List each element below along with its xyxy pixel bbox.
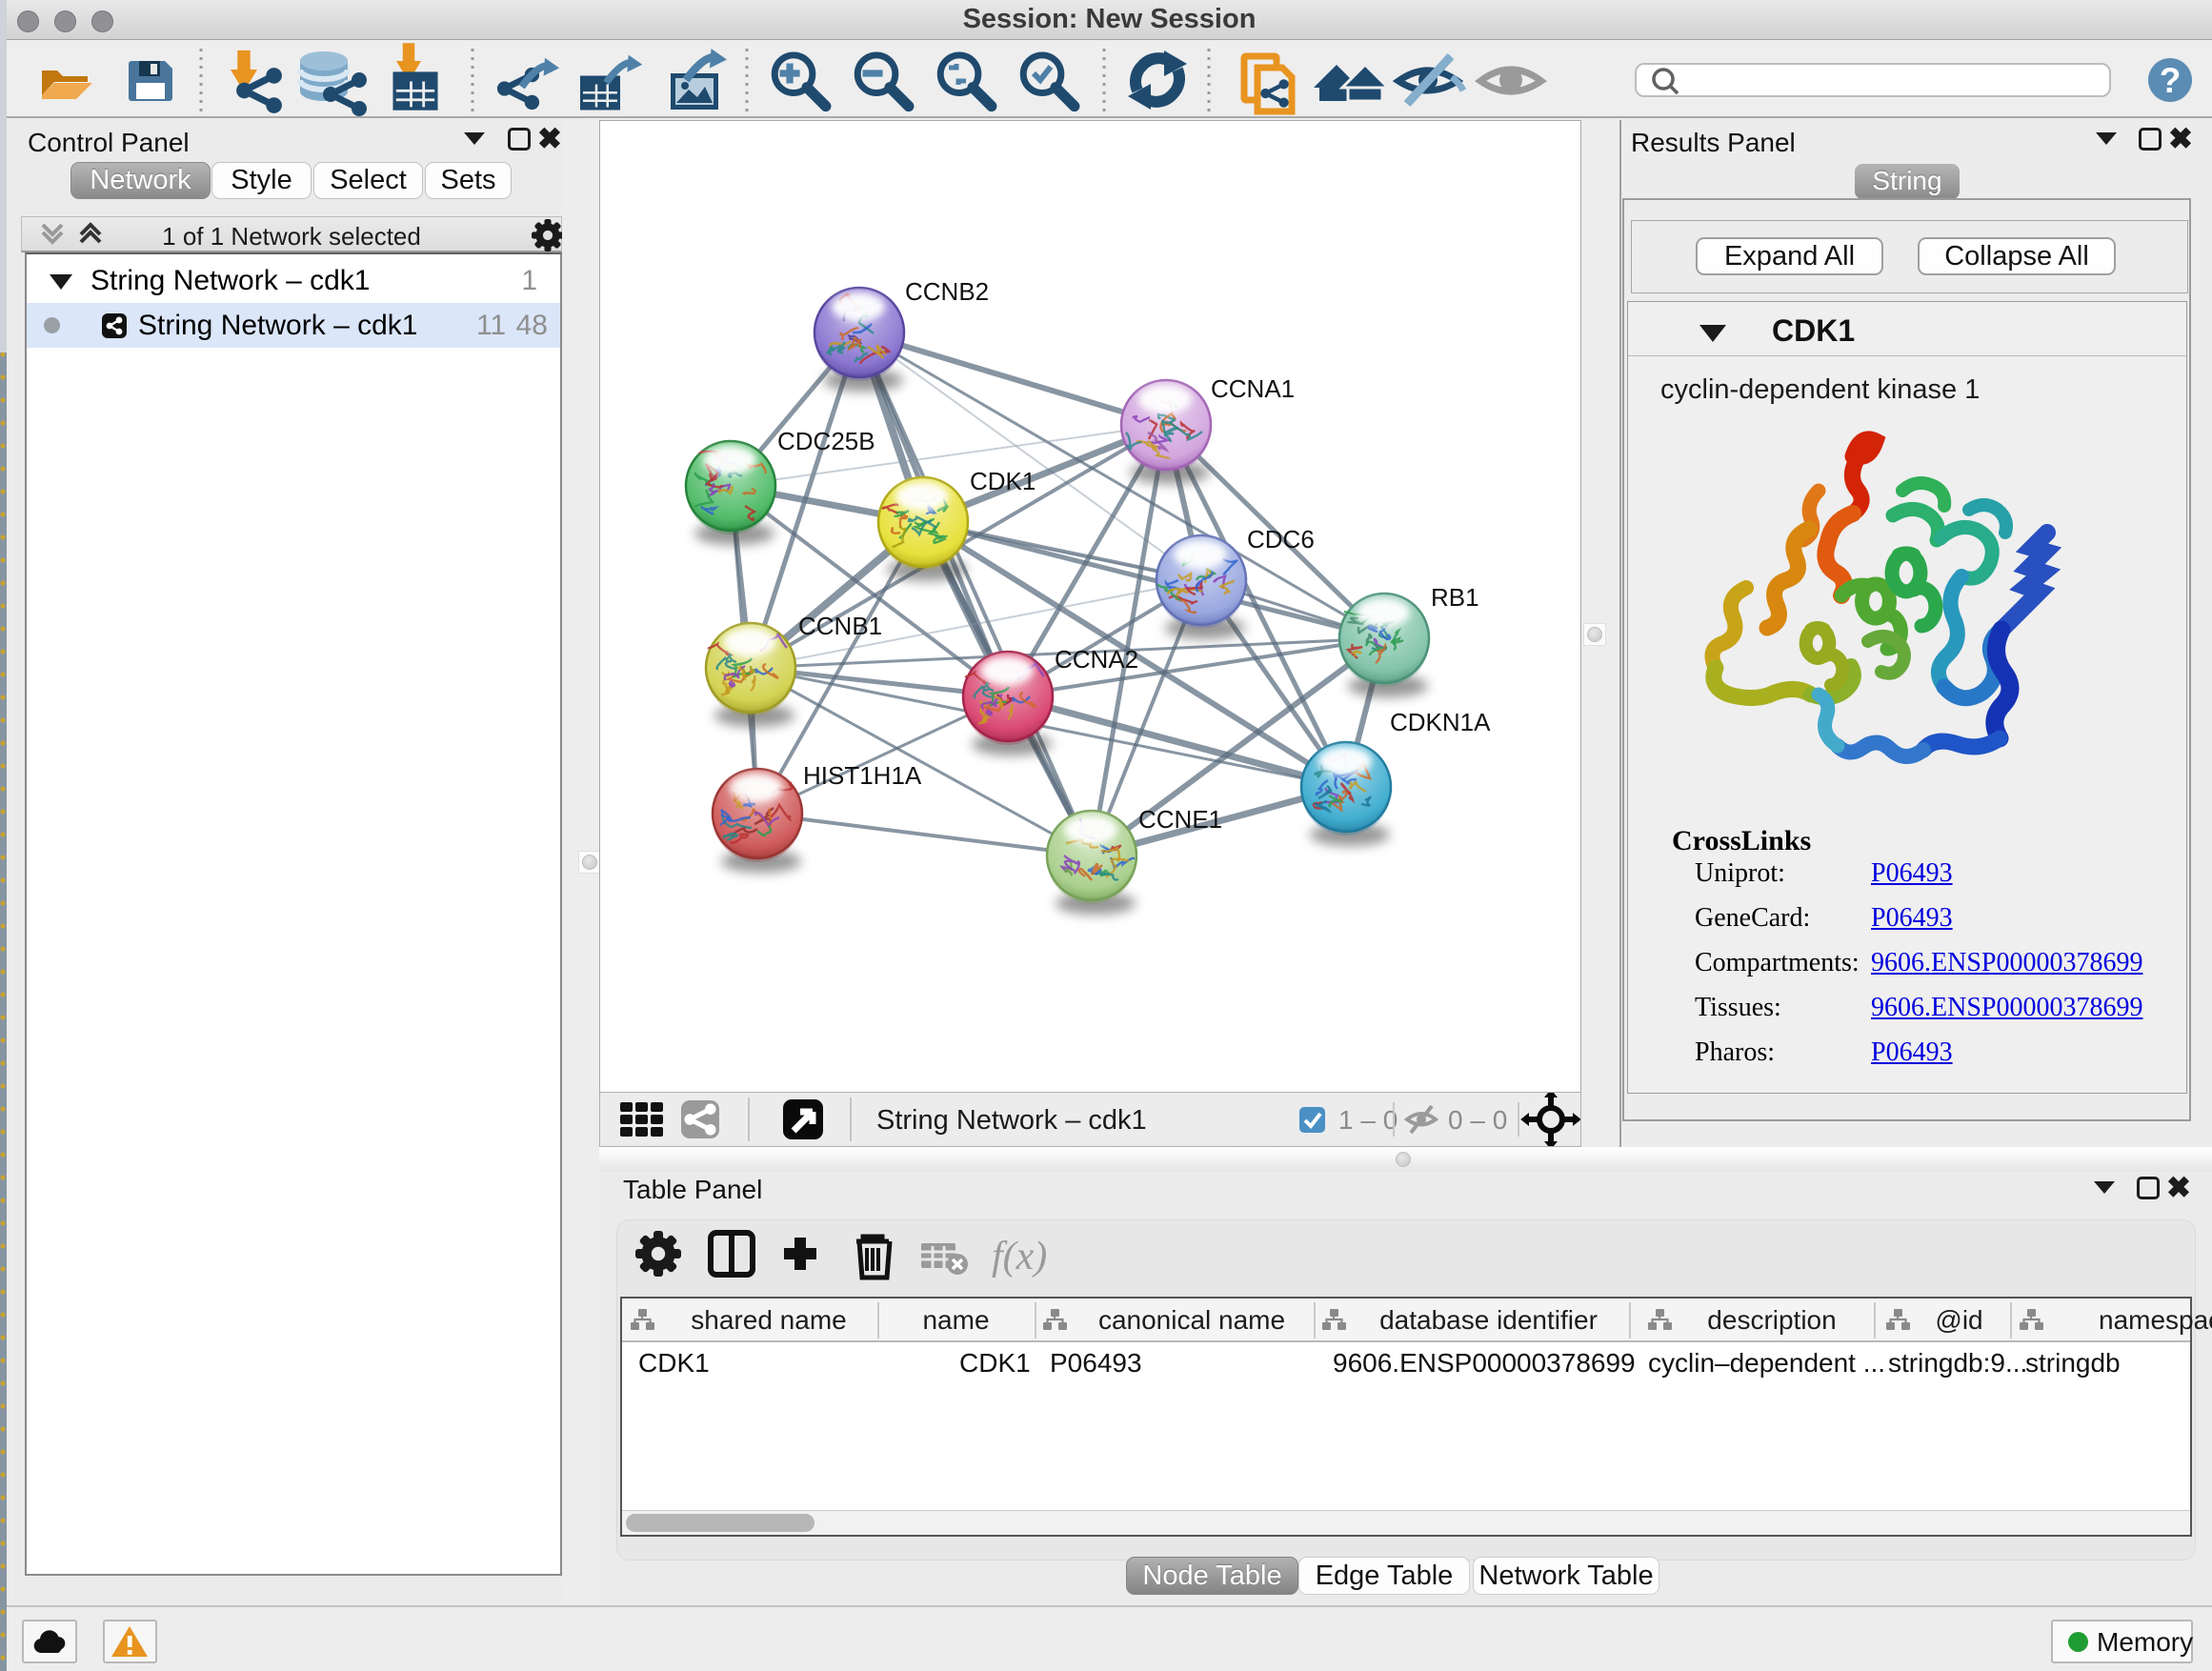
svg-text:CDK1: CDK1 [970, 467, 1036, 495]
svg-text:CCNB2: CCNB2 [905, 277, 989, 306]
svg-text:1 – 0: 1 – 0 [1338, 1105, 1398, 1135]
svg-text:CDC6: CDC6 [1247, 525, 1315, 554]
svg-text:String Network – cdk1: String Network – cdk1 [876, 1105, 1147, 1136]
svg-text:CDC25B: CDC25B [777, 427, 875, 455]
svg-text:HIST1H1A: HIST1H1A [803, 761, 922, 790]
svg-text:0 – 0: 0 – 0 [1448, 1105, 1507, 1135]
svg-text:f(x): f(x) [992, 1235, 1047, 1278]
svg-text:CDKN1A: CDKN1A [1390, 708, 1491, 736]
svg-text:?: ? [2160, 61, 2182, 100]
svg-text:CCNE1: CCNE1 [1138, 805, 1222, 834]
svg-text:CCNA1: CCNA1 [1211, 374, 1295, 403]
svg-text:RB1: RB1 [1431, 583, 1479, 612]
svg-text:CCNB1: CCNB1 [798, 612, 882, 640]
svg-text:CCNA2: CCNA2 [1055, 645, 1138, 674]
